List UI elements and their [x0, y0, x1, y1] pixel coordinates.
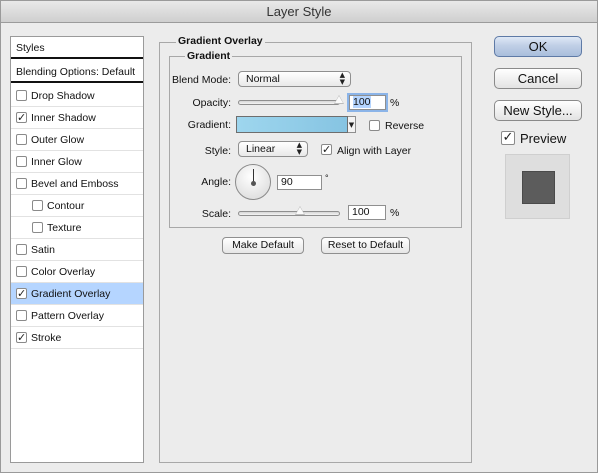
style-label: Style:: [204, 145, 231, 157]
gradient-swatch[interactable]: [236, 116, 348, 133]
style-select[interactable]: Linear ▲ ▼: [238, 141, 308, 157]
style-item-label: Inner Shadow: [31, 112, 96, 124]
preview-label: Preview: [520, 131, 567, 146]
reset-to-default-button[interactable]: Reset to Default: [321, 237, 410, 254]
gradient-overlay-checkbox[interactable]: ✓: [16, 287, 27, 299]
align-with-layer-label: Align with Layer: [337, 145, 412, 157]
style-item-label: Pattern Overlay: [31, 310, 104, 322]
preview-swatch: [522, 171, 555, 204]
angle-value: 90: [281, 176, 293, 188]
angle-label: Angle:: [201, 176, 231, 188]
styles-header[interactable]: Styles: [11, 37, 143, 59]
make-default-button[interactable]: Make Default: [222, 237, 304, 254]
gradient-group-title: Gradient: [185, 50, 233, 62]
style-item-label: Outer Glow: [31, 134, 85, 146]
style-item-inner-shadow[interactable]: ✓ Inner Shadow: [11, 107, 143, 129]
angle-center: [251, 181, 256, 186]
style-item-label: Gradient Overlay: [31, 288, 111, 300]
updown-arrows-icon: ▲ ▼: [296, 141, 302, 156]
preview-area: [505, 154, 570, 219]
inner-glow-checkbox[interactable]: [16, 155, 27, 167]
layer-style-dialog: Layer Style Styles Blending Options: Def…: [0, 0, 598, 473]
gradient-dropdown-icon[interactable]: ▼: [348, 116, 356, 133]
style-item-label: Inner Glow: [31, 156, 82, 168]
style-item-label: Stroke: [31, 332, 62, 344]
angle-input[interactable]: 90: [277, 175, 322, 190]
angle-unit: °: [325, 173, 329, 183]
styles-list: Styles Blending Options: Default Drop Sh…: [10, 36, 144, 463]
style-item-label: Contour: [47, 200, 85, 212]
opacity-label: Opacity:: [192, 97, 231, 109]
gradient-label: Gradient:: [187, 119, 231, 131]
contour-checkbox[interactable]: [32, 199, 43, 211]
style-item-satin[interactable]: Satin: [11, 239, 143, 261]
gradient-overlay-title: Gradient Overlay: [176, 35, 265, 47]
preview-checkbox[interactable]: ✓: [501, 131, 515, 145]
style-item-label: Bevel and Emboss: [31, 178, 119, 190]
blend-mode-select[interactable]: Normal ▲ ▼: [238, 71, 351, 87]
style-item-label: Drop Shadow: [31, 90, 95, 102]
style-item-gradient-overlay[interactable]: ✓ Gradient Overlay: [11, 283, 143, 305]
scale-input[interactable]: 100: [348, 205, 386, 220]
style-item-bevel-emboss[interactable]: Bevel and Emboss: [11, 173, 143, 195]
updown-arrows-icon: ▲ ▼: [339, 71, 345, 86]
style-value: Linear: [246, 143, 276, 155]
ok-button[interactable]: OK: [494, 36, 582, 57]
scale-value: 100: [352, 206, 370, 218]
opacity-input[interactable]: 100: [349, 95, 386, 110]
outer-glow-checkbox[interactable]: [16, 133, 27, 145]
stroke-checkbox[interactable]: ✓: [16, 331, 27, 343]
opacity-unit: %: [390, 97, 400, 109]
scale-label: Scale:: [201, 208, 231, 220]
inner-shadow-checkbox[interactable]: ✓: [16, 111, 27, 123]
style-item-texture[interactable]: Texture: [11, 217, 143, 239]
drop-shadow-checkbox[interactable]: [16, 89, 27, 101]
reverse-label: Reverse: [385, 120, 425, 132]
style-item-inner-glow[interactable]: Inner Glow: [11, 151, 143, 173]
align-with-layer-checkbox[interactable]: ✓: [321, 144, 332, 155]
pattern-overlay-checkbox[interactable]: [16, 309, 27, 321]
style-item-drop-shadow[interactable]: Drop Shadow: [11, 85, 143, 107]
style-item-label: Texture: [47, 222, 82, 234]
style-item-label: Satin: [31, 244, 55, 256]
satin-checkbox[interactable]: [16, 243, 27, 255]
blending-options-item[interactable]: Blending Options: Default: [11, 61, 143, 83]
opacity-slider-track[interactable]: [238, 100, 340, 105]
style-item-label: Color Overlay: [31, 266, 96, 278]
bevel-emboss-checkbox[interactable]: [16, 177, 27, 189]
texture-checkbox[interactable]: [32, 221, 43, 233]
blend-mode-label: Blend Mode:: [172, 74, 231, 86]
scale-unit: %: [390, 207, 400, 219]
new-style-button[interactable]: New Style...: [494, 100, 582, 121]
reverse-checkbox[interactable]: [369, 120, 380, 131]
style-item-color-overlay[interactable]: Color Overlay: [11, 261, 143, 283]
window-title: Layer Style: [1, 1, 597, 23]
angle-dial[interactable]: [235, 164, 271, 200]
opacity-value: 100: [353, 96, 371, 108]
style-item-contour[interactable]: Contour: [11, 195, 143, 217]
style-item-outer-glow[interactable]: Outer Glow: [11, 129, 143, 151]
color-overlay-checkbox[interactable]: [16, 265, 27, 277]
scale-slider-track[interactable]: [238, 211, 340, 216]
scale-slider-thumb[interactable]: [295, 206, 305, 215]
cancel-button[interactable]: Cancel: [494, 68, 582, 89]
opacity-slider-thumb[interactable]: [334, 95, 344, 104]
blend-mode-value: Normal: [246, 73, 280, 85]
style-item-stroke[interactable]: ✓ Stroke: [11, 327, 143, 349]
style-item-pattern-overlay[interactable]: Pattern Overlay: [11, 305, 143, 327]
